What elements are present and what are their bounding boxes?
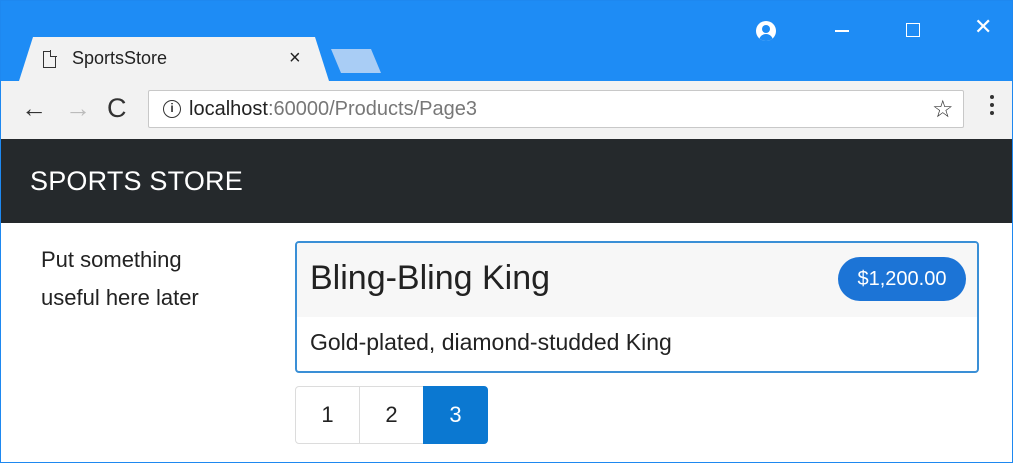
product-card-header: Bling-Bling King $1,200.00 <box>297 243 977 317</box>
profile-icon[interactable] <box>756 21 776 41</box>
page-link-2[interactable]: 2 <box>359 386 424 444</box>
maximize-button[interactable] <box>906 23 920 37</box>
product-description: Gold-plated, diamond-studded King <box>310 329 672 355</box>
window-close-button[interactable]: ✕ <box>974 15 992 39</box>
page-link-1[interactable]: 1 <box>295 386 360 444</box>
site-navbar: SPORTS STORE <box>1 139 1012 223</box>
tab-title: SportsStore <box>72 48 168 68</box>
address-bar[interactable]: i localhost:60000/Products/Page3 ☆ <box>148 90 964 128</box>
bookmark-star-icon[interactable]: ☆ <box>932 95 954 124</box>
address-host: localhost <box>189 98 268 120</box>
address-path: :60000/Products/Page3 <box>267 98 477 120</box>
pagination: 1 2 3 <box>295 386 488 444</box>
forward-button[interactable]: → <box>65 93 91 123</box>
minimize-button[interactable] <box>835 30 849 32</box>
reload-button[interactable]: C <box>107 93 127 123</box>
back-button[interactable]: ← <box>21 93 47 123</box>
product-card: Bling-Bling King $1,200.00 Gold-plated, … <box>295 241 979 373</box>
sidebar-placeholder-text: Put something useful here later <box>41 247 199 310</box>
title-bar: SportsStore × ✕ <box>1 1 1012 81</box>
browser-tab[interactable] <box>19 37 329 81</box>
browser-menu-icon[interactable] <box>989 95 995 121</box>
site-brand[interactable]: SPORTS STORE <box>30 166 243 197</box>
browser-window: SportsStore × ✕ ← → C i localhost:60000/… <box>0 0 1013 463</box>
price-badge: $1,200.00 <box>838 257 966 301</box>
product-name: Bling-Bling King <box>310 259 551 297</box>
info-icon[interactable]: i <box>163 100 181 118</box>
new-tab-button[interactable] <box>331 49 381 73</box>
tab-close-icon[interactable]: × <box>289 47 301 69</box>
page-icon <box>43 50 57 68</box>
page-link-3[interactable]: 3 <box>423 386 488 444</box>
address-url[interactable]: localhost:60000/Products/Page3 <box>189 98 477 121</box>
